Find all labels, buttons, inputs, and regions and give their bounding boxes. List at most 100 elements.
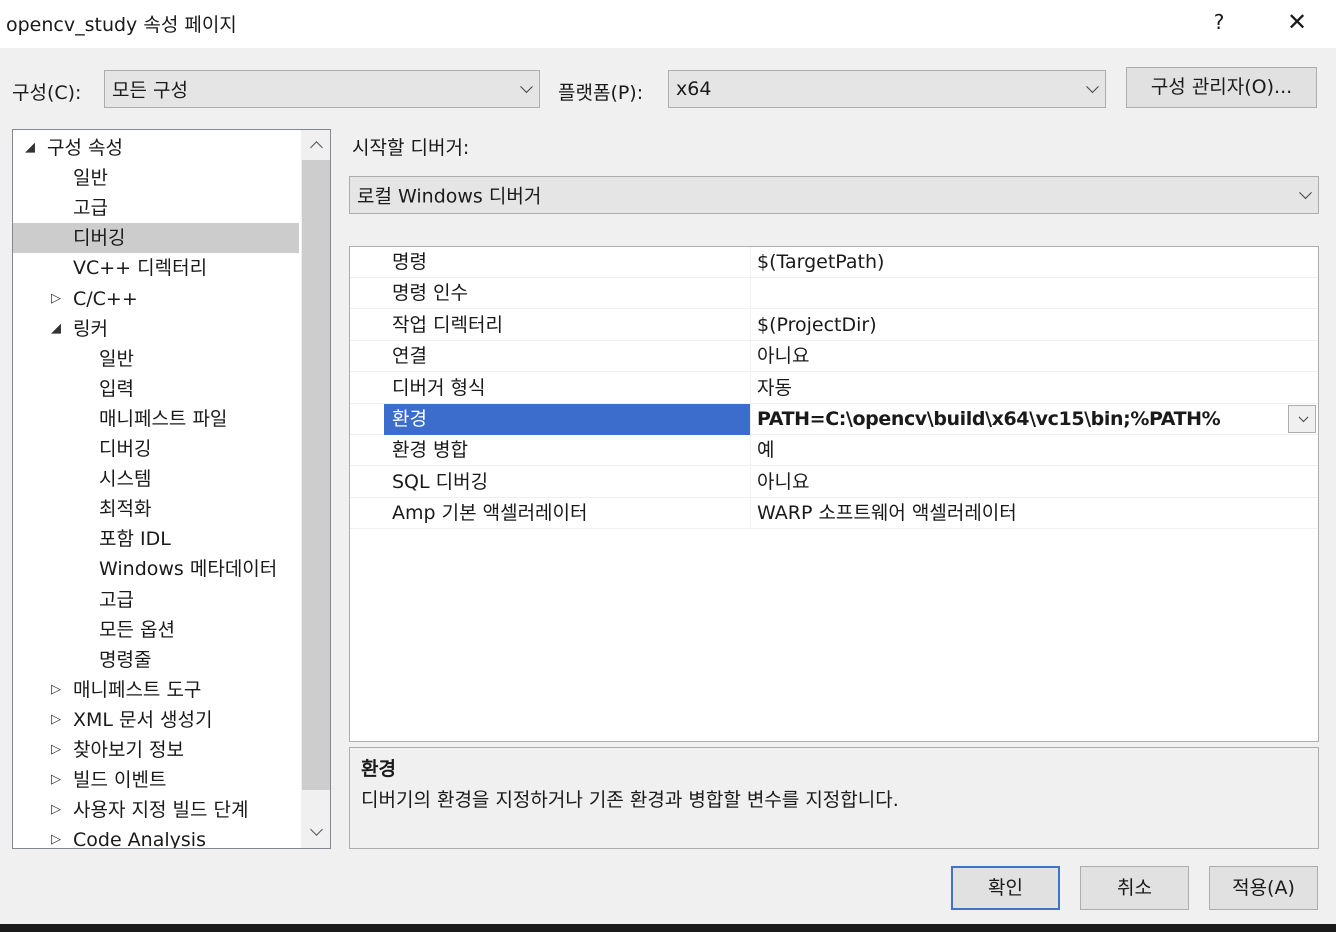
tree-item[interactable]: 일반: [13, 163, 299, 193]
property-name: 명령: [392, 251, 427, 273]
platform-label: 플랫폼(P):: [558, 82, 644, 104]
tree-item-label: 명령줄: [99, 648, 152, 671]
property-value: 자동: [750, 372, 1318, 404]
category-tree: ◢ 구성 속성 일반 고급 디버깅 VC++ 디렉터리 ▷ C/C++ ◢ 링커 일반 입력 매니페스트…: [12, 129, 331, 849]
property-value: 아니요: [750, 466, 1318, 498]
property-value: [750, 278, 1318, 310]
property-value: $(TargetPath): [750, 247, 1318, 278]
property-row[interactable]: 작업 디렉터리 $(ProjectDir): [350, 309, 1318, 341]
tree-item[interactable]: VC++ 디렉터리: [13, 253, 299, 283]
ok-button[interactable]: 확인: [951, 866, 1060, 910]
scroll-up-icon[interactable]: [301, 130, 330, 160]
chevron-down-icon: [1086, 80, 1099, 94]
expand-arrow-icon[interactable]: ▷: [51, 675, 61, 705]
property-row[interactable]: SQL 디버깅 아니요: [350, 466, 1318, 498]
tree-item-label: 사용자 지정 빌드 단계: [73, 799, 249, 822]
tree-item-label: 빌드 이벤트: [73, 769, 167, 792]
tree-item[interactable]: 디버깅: [13, 434, 299, 464]
tree-item-label: 디버깅: [99, 438, 152, 460]
property-name: 디버거 형식: [392, 376, 486, 399]
tree-item-label: Windows 메타데이터: [99, 558, 278, 581]
tree-item[interactable]: ◢ 링커: [13, 314, 299, 344]
tree-item[interactable]: ▷ 매니페스트 도구: [13, 675, 299, 705]
tree-item-label: 매니페스트 도구: [73, 678, 202, 701]
close-button[interactable]: ✕: [1274, 0, 1320, 46]
tree-item[interactable]: ▷ 사용자 지정 빌드 단계: [13, 795, 299, 825]
configuration-manager-button[interactable]: 구성 관리자(O)...: [1126, 67, 1317, 108]
tree-item-label: 시스템: [99, 468, 152, 491]
scroll-down-icon[interactable]: [301, 818, 330, 848]
apply-button[interactable]: 적용(A): [1209, 866, 1318, 910]
property-row[interactable]: 연결 아니요: [350, 341, 1318, 373]
property-row[interactable]: 디버거 형식 자동: [350, 372, 1318, 404]
tree-item[interactable]: ▷ Code Analysis: [13, 825, 299, 849]
property-row[interactable]: 환경 병합 예: [350, 435, 1318, 467]
help-button[interactable]: ?: [1196, 0, 1242, 46]
chevron-down-icon: [1298, 412, 1309, 423]
property-value: WARP 소프트웨어 액셀러레이터: [750, 498, 1318, 530]
tree-item[interactable]: ▷ C/C++: [13, 284, 299, 314]
tree-item-label: XML 문서 생성기: [73, 708, 213, 731]
tree-item[interactable]: ▷ 빌드 이벤트: [13, 765, 299, 795]
scrollbar-thumb[interactable]: [302, 160, 330, 790]
tree-item-label: 고급: [99, 588, 134, 611]
tree-item[interactable]: ◢ 구성 속성: [13, 133, 299, 163]
tree-item[interactable]: 최적화: [13, 494, 299, 524]
value-dropdown-button[interactable]: [1288, 405, 1316, 433]
expand-arrow-icon[interactable]: ▷: [51, 765, 61, 795]
tree-item[interactable]: 고급: [13, 585, 299, 615]
tree-item[interactable]: 모든 옵션: [13, 615, 299, 645]
property-value[interactable]: PATH=C:\opencv\build\x64\vc15\bin;%PATH%: [750, 404, 1318, 435]
tree-item[interactable]: 포함 IDL: [13, 524, 299, 554]
property-value: 아니요: [750, 341, 1318, 373]
configuration-value: 모든 구성: [112, 79, 188, 102]
property-name: Amp 기본 액셀러레이터: [392, 502, 588, 525]
tree-item-label: 매니페스트 파일: [99, 407, 228, 430]
tree-item[interactable]: Windows 메타데이터: [13, 554, 299, 584]
tree-item-label: 일반: [99, 347, 134, 370]
expand-arrow-icon[interactable]: ▷: [51, 795, 61, 825]
property-name: SQL 디버깅: [392, 470, 489, 493]
chevron-down-icon: [1299, 186, 1312, 200]
description-panel: 환경 디버기의 환경을 지정하거나 기존 환경과 병합할 변수를 지정합니다.: [349, 747, 1319, 849]
tree-item-label: 고급: [73, 197, 108, 220]
tree-item[interactable]: 일반: [13, 344, 299, 374]
tree-item-label: Code Analysis: [73, 829, 206, 849]
debugger-select[interactable]: 로컬 Windows 디버거: [349, 176, 1319, 214]
property-value: 예: [750, 435, 1318, 467]
tree-scrollbar[interactable]: [301, 130, 330, 848]
property-row[interactable]: Amp 기본 액셀러레이터 WARP 소프트웨어 액셀러레이터: [350, 498, 1318, 530]
tree-item[interactable]: 입력: [13, 374, 299, 404]
expand-arrow-icon[interactable]: ▷: [51, 735, 61, 765]
property-name: 명령 인수: [392, 282, 468, 305]
tree-item[interactable]: 명령줄: [13, 645, 299, 675]
start-debugger-label: 시작할 디버거:: [352, 137, 470, 159]
title-bar: opencv_study 속성 페이지 ? ✕: [0, 0, 1336, 48]
tree-item[interactable]: 고급: [13, 193, 299, 223]
tree-item[interactable]: 디버깅: [13, 223, 299, 254]
tree-item-label: 찾아보기 정보: [73, 739, 184, 761]
expand-arrow-icon[interactable]: ▷: [51, 284, 61, 314]
tree-item[interactable]: 매니페스트 파일: [13, 404, 299, 434]
property-name: 환경: [384, 404, 750, 435]
tree-item-label: 일반: [73, 167, 108, 190]
tree-item[interactable]: ▷ XML 문서 생성기: [13, 705, 299, 735]
collapse-arrow-icon[interactable]: ◢: [25, 133, 35, 163]
expand-arrow-icon[interactable]: ▷: [51, 825, 61, 848]
configuration-label: 구성(C):: [12, 82, 82, 104]
tree-item[interactable]: 시스템: [13, 464, 299, 494]
property-row[interactable]: 명령 $(TargetPath): [350, 247, 1318, 278]
expand-arrow-icon[interactable]: ▷: [51, 705, 61, 735]
collapse-arrow-icon[interactable]: ◢: [51, 314, 61, 344]
platform-select[interactable]: x64: [668, 70, 1106, 108]
description-text: 디버기의 환경을 지정하거나 기존 환경과 병합할 변수를 지정합니다.: [361, 789, 899, 811]
tree-item-label: 구성 속성: [47, 137, 123, 159]
debugger-value: 로컬 Windows 디버거: [357, 185, 542, 208]
property-row[interactable]: 환경 PATH=C:\opencv\build\x64\vc15\bin;%PAT…: [350, 404, 1318, 435]
configuration-select[interactable]: 모든 구성: [104, 70, 540, 108]
property-name: 연결: [392, 345, 427, 368]
cancel-button[interactable]: 취소: [1080, 866, 1189, 910]
tree-item[interactable]: ▷ 찾아보기 정보: [13, 735, 299, 765]
property-row[interactable]: 명령 인수: [350, 278, 1318, 310]
tree-item-label: 링커: [73, 317, 108, 340]
